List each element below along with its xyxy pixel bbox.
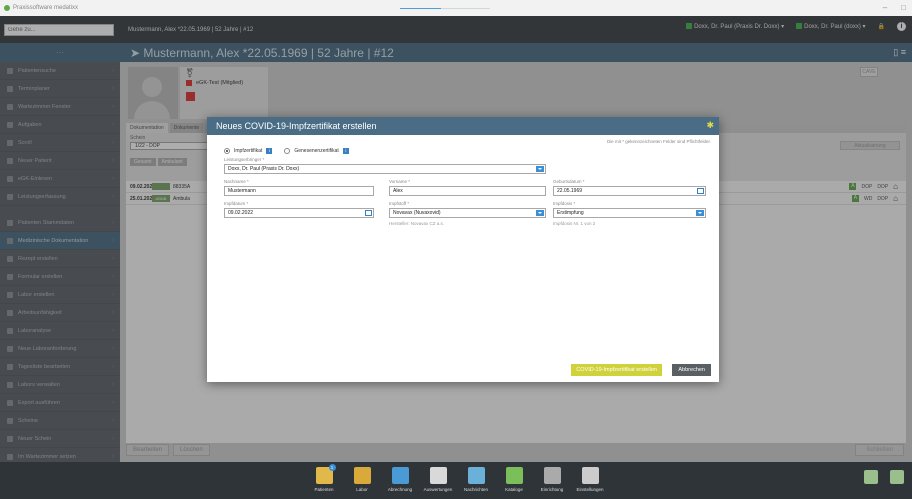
vaccdate-input[interactable]: 09.02.2022	[224, 208, 374, 218]
dock-item-einrichtung[interactable]: Einrichtung	[538, 462, 566, 492]
lastname-label: Nachname *	[224, 179, 249, 184]
dose-value: Erstimpfung	[557, 210, 584, 216]
vaccine-select[interactable]: Novavax (Nuvaxovid)	[389, 208, 546, 218]
auswertungen-icon	[429, 467, 447, 484]
dock-item-label: Patienten	[314, 487, 334, 492]
dock-item-kataloge[interactable]: Kataloge	[500, 462, 528, 492]
dock-item-abrechnung[interactable]: Abrechnung	[386, 462, 414, 492]
dock-item-auswertungen[interactable]: Auswertungen	[424, 462, 452, 492]
vaccdate-value: 09.02.2022	[228, 210, 254, 216]
vaccine-label: Impfstoff *	[389, 201, 410, 206]
dock-item-label: Nachrichten	[463, 487, 488, 492]
vaccdate-label: Impfdatum *	[224, 201, 249, 206]
cancel-button[interactable]: Abbrechen	[672, 364, 711, 376]
certificate-type-group: Impfzertifikat i Genesenenzertifikat i	[224, 148, 349, 154]
favorite-star-icon[interactable]: ✱	[706, 120, 714, 131]
dock-item-labor[interactable]: Labor	[348, 462, 376, 492]
radio-recovered-label: Genesenenzertifikat	[294, 148, 339, 154]
calendar-icon[interactable]	[365, 210, 372, 216]
kataloge-icon	[505, 467, 523, 484]
patienten-icon: 1	[315, 464, 336, 484]
birthdate-label: Geburtsdatum *	[553, 179, 585, 184]
provider-select[interactable]: Doxx, Dr. Paul (Praxis Dr. Doxx)	[224, 164, 546, 174]
maximize-icon[interactable]: □	[901, 3, 906, 12]
recovered-info-icon[interactable]: i	[342, 148, 349, 154]
dock-items: 1 Patienten Labor Abrechnung Auswertungen Nac…	[310, 462, 604, 492]
dock-item-nachrichten[interactable]: Nachrichten	[462, 462, 490, 492]
chevron-down-icon	[536, 210, 544, 216]
required-fields-note: Die mit * gekennzeichneten Felder sind P…	[606, 139, 711, 144]
window-title: Praxissoftware medatixx	[13, 5, 79, 11]
bottom-dock: 1 Patienten Labor Abrechnung Auswertungen Nac…	[0, 462, 912, 499]
dose-number-hint: Impfdosis Nr. 1 von 2	[553, 221, 596, 226]
chevron-down-icon	[696, 210, 704, 216]
firstname-label: Vorname *	[389, 179, 411, 184]
notification-badge: 1	[328, 464, 336, 471]
provider-label: Leistungserbringer *	[224, 157, 265, 162]
dock-item-patienten[interactable]: 1 Patienten	[310, 462, 338, 492]
vaccination-info-icon[interactable]: i	[266, 148, 273, 154]
radio-recovered[interactable]	[284, 148, 291, 154]
covid-certificate-dialog: Neues COVID-19-Impfzertifikat erstellen …	[207, 117, 719, 382]
dock-item-label: Labor	[356, 487, 368, 492]
dock-item-label: Kataloge	[505, 487, 523, 492]
app-logo-icon	[4, 5, 10, 11]
dock-item-einstellungen[interactable]: Einstellungen	[576, 462, 604, 492]
calendar-icon[interactable]	[697, 188, 704, 194]
labor-icon	[353, 467, 371, 484]
dialog-title: Neues COVID-19-Impfzertifikat erstellen	[216, 121, 377, 131]
loading-progress-fill	[400, 8, 441, 9]
radio-vaccination-label: Impfzertifikat	[234, 148, 263, 154]
dose-label: Impfdosis *	[553, 201, 576, 206]
vaccine-value: Novavax (Nuvaxovid)	[393, 210, 441, 216]
einrichtung-icon	[543, 467, 561, 484]
birthdate-value: 22.05.1969	[557, 188, 583, 194]
radio-vaccination[interactable]	[224, 148, 230, 154]
chevron-down-icon	[536, 166, 544, 172]
lastname-input[interactable]	[224, 186, 374, 196]
nachrichten-icon	[467, 467, 485, 484]
system-tray	[864, 470, 904, 484]
firstname-input[interactable]	[389, 186, 546, 196]
status-tray-icon[interactable]	[890, 470, 904, 484]
window-titlebar: Praxissoftware medatixx – □	[0, 0, 912, 16]
dose-select[interactable]: Erstimpfung	[553, 208, 706, 218]
abrechnung-icon	[391, 467, 409, 484]
create-certificate-button[interactable]: COVID-19-Impfzertifikat erstellen	[571, 364, 662, 376]
window-controls: – □	[883, 3, 906, 12]
dock-item-label: Einstellungen	[576, 487, 604, 492]
minimize-icon[interactable]: –	[883, 3, 887, 12]
dialog-header: Neues COVID-19-Impfzertifikat erstellen …	[207, 117, 719, 135]
vaccine-manufacturer-hint: Hersteller: Novavax CZ a.s.	[389, 221, 445, 226]
messages-tray-icon[interactable]	[864, 470, 878, 484]
dock-item-label: Abrechnung	[387, 487, 413, 492]
einstellungen-icon	[581, 467, 599, 484]
loading-progress-bar	[400, 8, 490, 9]
provider-value: Doxx, Dr. Paul (Praxis Dr. Doxx)	[228, 166, 300, 172]
dock-item-label: Auswertungen	[423, 487, 453, 492]
birthdate-input[interactable]: 22.05.1969	[553, 186, 706, 196]
dock-item-label: Einrichtung	[540, 487, 564, 492]
